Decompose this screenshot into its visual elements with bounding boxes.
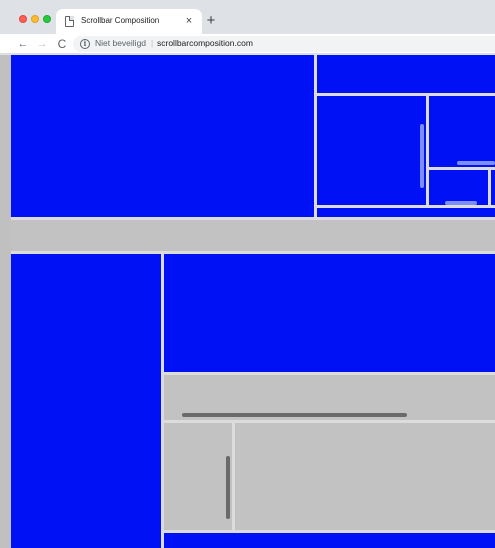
url-separator: |: [151, 38, 154, 48]
tab-strip: Scrollbar Composition × +: [0, 0, 495, 34]
minimize-window-button[interactable]: [31, 15, 39, 23]
grey-band: [11, 220, 495, 251]
blue-panel-sliver: [491, 170, 495, 205]
back-button[interactable]: ←: [16, 36, 30, 52]
address-bar[interactable]: i Niet beveiligd | scrollbarcomposition.…: [73, 36, 495, 52]
blue-panel-top-right: [317, 55, 495, 93]
page-icon: [65, 16, 74, 27]
blue-panel-inner-right: [429, 96, 495, 167]
vertical-scrollbar-thumb[interactable]: [226, 456, 230, 519]
page-content: [0, 55, 495, 548]
blue-panel-bottom-right: [164, 254, 495, 372]
url-text[interactable]: scrollbarcomposition.com: [157, 38, 253, 48]
blue-panel-bottom-left: [11, 254, 161, 548]
close-tab-icon[interactable]: ×: [183, 14, 195, 28]
blue-panel-bottom-strip: [164, 533, 495, 548]
forward-button[interactable]: →: [35, 36, 49, 52]
blue-panel-bottom-strip: [317, 208, 495, 217]
security-label[interactable]: Niet beveiligd: [95, 38, 146, 48]
close-window-button[interactable]: [19, 15, 27, 23]
browser-tab[interactable]: Scrollbar Composition ×: [56, 9, 202, 34]
info-icon[interactable]: i: [80, 39, 90, 49]
vertical-scrollbar-thumb[interactable]: [420, 124, 424, 188]
grey-panel-narrow: [164, 423, 232, 530]
maximize-window-button[interactable]: [43, 15, 51, 23]
browser-toolbar: ← → C i Niet beveiligd | scrollbarcompos…: [0, 34, 495, 54]
horizontal-scrollbar-thumb[interactable]: [457, 161, 495, 165]
blue-panel-inner-left: [317, 96, 426, 205]
reload-button[interactable]: C: [55, 36, 69, 52]
blue-panel-small: [429, 170, 488, 205]
blue-panel-top-left: [11, 55, 314, 217]
new-tab-button[interactable]: +: [204, 13, 218, 29]
horizontal-scrollbar-thumb[interactable]: [182, 413, 407, 417]
browser-window: Scrollbar Composition × + ← → C i Niet b…: [0, 0, 495, 548]
tab-title: Scrollbar Composition: [81, 16, 160, 25]
grey-panel-large: [235, 423, 495, 530]
